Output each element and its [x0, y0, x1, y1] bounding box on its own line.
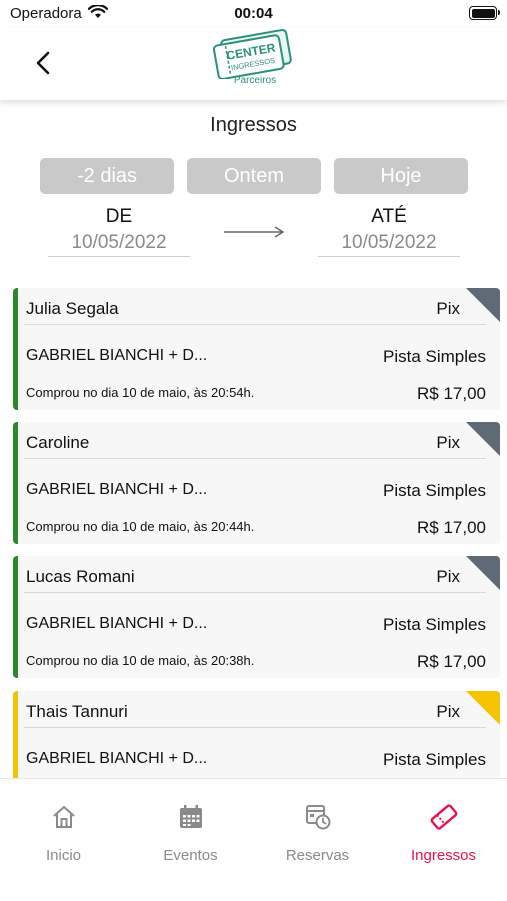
bottom-tab-bar: Inicio Eventos Reservas Ingressos	[0, 778, 507, 901]
filter-two-days-button[interactable]: -2 dias	[40, 158, 174, 194]
ticket-icon	[380, 801, 507, 833]
ticket-type: Pista Simples	[383, 347, 486, 366]
ticket-price: R$ 17,00	[417, 652, 486, 671]
battery-icon	[469, 6, 500, 20]
app-header: CENTER INGRESSOS Parceiros	[0, 28, 507, 100]
to-label: ATÉ	[371, 206, 407, 227]
buyer-name: Caroline	[26, 433, 90, 452]
logo-caption: Parceiros	[233, 75, 277, 86]
event-name: GABRIEL BIANCHI + D...	[26, 750, 208, 767]
tab-label: Inicio	[45, 847, 82, 864]
buyer-name: Lucas Romani	[26, 567, 135, 586]
purchase-date: Comprou no dia 10 de maio, às 20:38h.	[26, 653, 255, 668]
event-name: GABRIEL BIANCHI + D...	[26, 481, 208, 498]
event-name: GABRIEL BIANCHI + D...	[26, 615, 208, 632]
calendar-icon	[127, 801, 254, 833]
status-corner-marker	[466, 422, 500, 456]
tab-label: Ingressos	[410, 847, 477, 864]
back-button[interactable]	[30, 46, 58, 80]
ticket-price: R$ 17,00	[417, 518, 486, 537]
divider	[24, 458, 486, 459]
home-icon	[0, 801, 127, 833]
status-bar: Operadora 00:04	[0, 0, 507, 28]
to-date-field[interactable]: 10/05/2022	[318, 232, 460, 257]
payment-method: Pix	[436, 433, 460, 452]
event-name: GABRIEL BIANCHI + D...	[26, 347, 208, 364]
purchase-date: Comprou no dia 10 de maio, às 20:44h.	[26, 519, 255, 534]
ticket-card[interactable]: Thais Tannuri Pix GABRIEL BIANCHI + D...…	[13, 691, 500, 778]
buyer-name: Julia Segala	[26, 299, 119, 318]
ticket-type: Pista Simples	[383, 750, 486, 769]
tab-reservas[interactable]: Reservas	[254, 801, 381, 864]
ticket-price: R$ 17,00	[417, 384, 486, 403]
filter-yesterday-button[interactable]: Ontem	[187, 158, 321, 194]
tab-eventos[interactable]: Eventos	[127, 801, 254, 864]
divider	[24, 324, 486, 325]
purchase-date: Comprou no dia 10 de maio, às 20:54h.	[26, 385, 255, 400]
filter-today-button[interactable]: Hoje	[334, 158, 468, 194]
status-corner-marker	[466, 691, 500, 725]
reservations-icon	[254, 801, 381, 833]
tab-label: Reservas	[285, 847, 350, 864]
status-time: 00:04	[234, 5, 273, 22]
divider	[24, 727, 486, 728]
tab-label: Eventos	[163, 847, 218, 864]
from-date-field[interactable]: 10/05/2022	[48, 232, 190, 257]
from-label: DE	[105, 206, 133, 227]
divider	[24, 592, 486, 593]
payment-method: Pix	[436, 299, 460, 318]
ticket-list[interactable]: Julia Segala Pix GABRIEL BIANCHI + D... …	[0, 288, 507, 778]
ticket-type: Pista Simples	[383, 481, 486, 500]
tab-inicio[interactable]: Inicio	[0, 801, 127, 864]
ticket-card[interactable]: Julia Segala Pix GABRIEL BIANCHI + D... …	[13, 288, 500, 410]
payment-method: Pix	[436, 702, 460, 721]
status-corner-marker	[466, 288, 500, 322]
payment-method: Pix	[436, 567, 460, 586]
buyer-name: Thais Tannuri	[26, 702, 128, 721]
page-title: Ingressos	[210, 114, 297, 136]
arrow-right-icon	[224, 226, 285, 238]
ticket-card[interactable]: Lucas Romani Pix GABRIEL BIANCHI + D... …	[13, 556, 500, 678]
center-ingressos-logo: CENTER INGRESSOS Parceiros	[209, 25, 301, 89]
status-corner-marker	[466, 556, 500, 590]
tab-ingressos[interactable]: Ingressos	[380, 801, 507, 864]
chevron-left-icon	[36, 51, 50, 75]
ticket-type: Pista Simples	[383, 615, 486, 634]
ticket-card[interactable]: Caroline Pix GABRIEL BIANCHI + D... Pist…	[13, 422, 500, 544]
